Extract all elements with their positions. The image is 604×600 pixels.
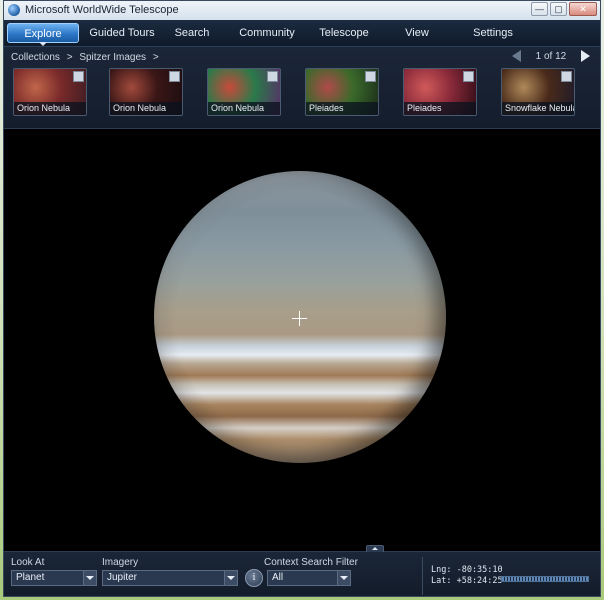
thumbnail-label: Snowflake Nebula (502, 102, 574, 115)
app-window: Microsoft WorldWide Telescope — ▢ ✕ Expl… (3, 0, 601, 597)
tab-search[interactable]: Search (162, 23, 222, 43)
longitude-readout: Lng: -80:35:10 (431, 565, 503, 575)
thumbnail-item[interactable]: Pleiades (403, 68, 477, 116)
image-badge-icon (267, 71, 278, 82)
previous-page-icon[interactable] (511, 50, 521, 62)
info-icon[interactable]: i (245, 569, 263, 587)
image-badge-icon (169, 71, 180, 82)
breadcrumb-spitzer-images[interactable]: Spitzer Images (79, 52, 146, 63)
globe-icon (8, 4, 20, 16)
context-filter-select[interactable]: All (267, 570, 351, 586)
coordinates-readout: Lng: -80:35:10 Lat: +58:24:25 (422, 557, 503, 595)
chevron-down-icon (83, 571, 96, 585)
imagery-value: Jupiter (107, 572, 138, 583)
imagery-select[interactable]: Jupiter (102, 570, 238, 586)
close-button[interactable]: ✕ (569, 2, 597, 16)
thumbnail-label: Pleiades (404, 102, 476, 115)
image-badge-icon (463, 71, 474, 82)
tab-community[interactable]: Community (232, 23, 302, 43)
sky-viewer[interactable] (4, 129, 600, 551)
maximize-button[interactable]: ▢ (550, 2, 567, 16)
context-filter-label: Context Search Filter (264, 557, 358, 568)
tab-guided-tours[interactable]: Guided Tours (82, 23, 162, 43)
main-menu: Explore Guided Tours Search Community Te… (4, 20, 600, 47)
look-at-label: Look At (11, 557, 45, 568)
explore-panel: Collections > Spitzer Images > 1 of 12 O… (4, 47, 600, 174)
imagery-label: Imagery (102, 557, 139, 568)
look-at-value: Planet (16, 572, 45, 583)
image-badge-icon (73, 71, 84, 82)
thumbnail-label: Orion Nebula (208, 102, 280, 115)
tab-explore-label: Explore (24, 28, 62, 40)
context-filter-value: All (272, 572, 284, 583)
pager: 1 of 12 (511, 50, 590, 66)
thumbnail-item[interactable]: Orion Nebula (207, 68, 281, 116)
tab-view[interactable]: View (389, 23, 445, 43)
thumbnail-item[interactable]: Orion Nebula (13, 68, 87, 116)
latitude-readout: Lat: +58:24:25 (431, 576, 503, 586)
image-badge-icon (561, 71, 572, 82)
progress-meter (501, 576, 589, 582)
tab-explore[interactable]: Explore (7, 23, 79, 46)
title-bar: Microsoft WorldWide Telescope — ▢ ✕ (4, 1, 600, 21)
expand-panel-button[interactable] (366, 545, 384, 552)
minimize-button[interactable]: — (531, 2, 548, 16)
bottom-control-bar: Look At Planet Imagery Jupiter i Context… (4, 545, 600, 596)
next-page-icon[interactable] (581, 50, 590, 62)
thumbnail-label: Orion Nebula (110, 102, 182, 115)
look-at-select[interactable]: Planet (11, 570, 97, 586)
breadcrumb-separator: > (152, 52, 159, 63)
tab-settings[interactable]: Settings (462, 23, 524, 43)
breadcrumb-separator: > (66, 52, 73, 63)
tab-telescope[interactable]: Telescope (309, 23, 379, 43)
chevron-down-icon (39, 42, 47, 46)
thumbnail-label: Orion Nebula (14, 102, 86, 115)
window-title: Microsoft WorldWide Telescope (25, 4, 179, 16)
page-count: 1 of 12 (535, 50, 567, 62)
chevron-down-icon (224, 571, 237, 585)
breadcrumb: Collections > Spitzer Images > (11, 52, 163, 63)
chevron-down-icon (337, 571, 350, 585)
thumbnail-label: Pleiades (306, 102, 378, 115)
image-badge-icon (365, 71, 376, 82)
thumbnail-item[interactable]: Pleiades (305, 68, 379, 116)
breadcrumb-collections[interactable]: Collections (11, 52, 60, 63)
thumbnail-item[interactable]: Orion Nebula (109, 68, 183, 116)
crosshair-icon (292, 311, 307, 326)
thumbnail-item[interactable]: Snowflake Nebula (501, 68, 575, 116)
